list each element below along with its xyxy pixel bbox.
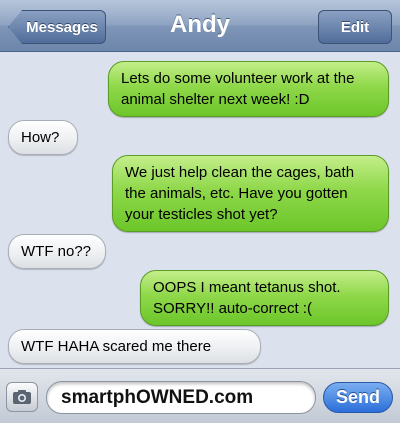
camera-button[interactable] (6, 382, 38, 412)
message-bubble-sent: We just help clean the cages, bath the a… (112, 155, 389, 232)
message-bubble-received: WTF HAHA scared me there (8, 329, 261, 364)
message-bubble-sent: Lets do some volunteer work at the anima… (108, 61, 389, 117)
message-bubble-received: WTF no?? (8, 234, 106, 269)
message-input[interactable]: smartphOWNED.com (46, 381, 316, 414)
message-bubble-sent: OOPS I meant tetanus shot. SORRY!! auto-… (140, 270, 389, 326)
send-button[interactable]: Send (323, 382, 393, 413)
nav-bar: Messages Andy Edit (0, 0, 400, 52)
message-bubble-received: How? (8, 120, 78, 155)
camera-icon (13, 390, 31, 404)
compose-bar: smartphOWNED.com Send (0, 368, 400, 423)
edit-button[interactable]: Edit (318, 10, 392, 44)
